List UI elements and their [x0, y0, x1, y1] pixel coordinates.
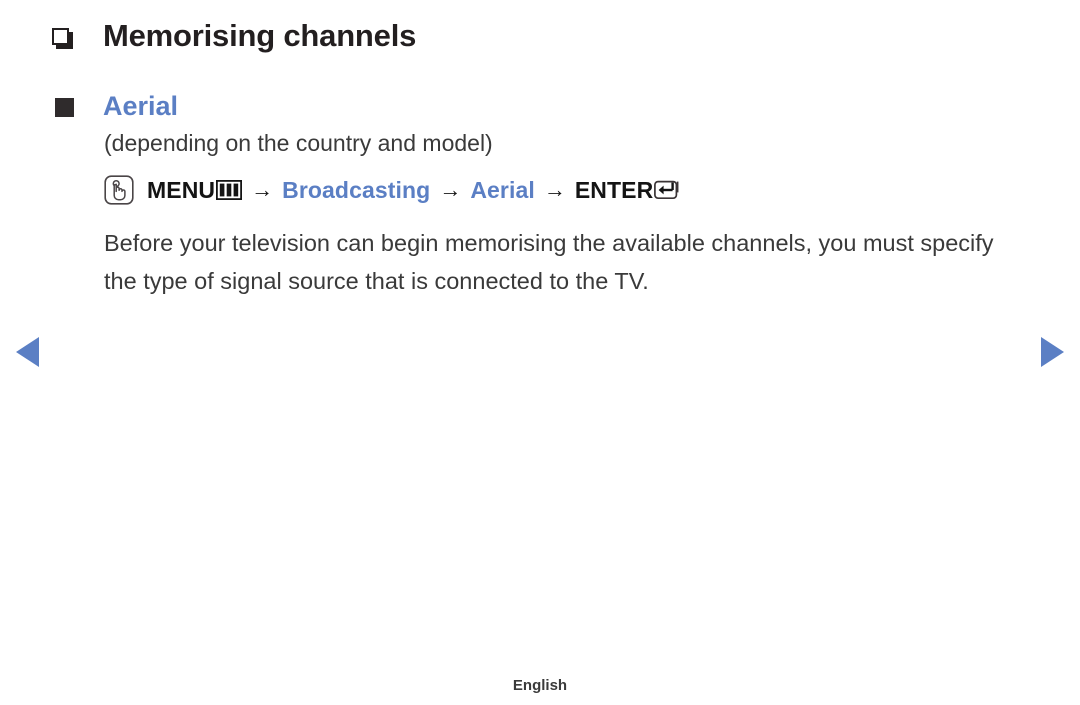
path-separator-arrow: →: [439, 177, 462, 202]
body-paragraph: Before your television can begin memoris…: [104, 230, 994, 294]
menu-step-broadcasting: Broadcasting: [282, 176, 431, 203]
footer-language-label: English: [512, 677, 568, 694]
menu-step-menu: MENU: [147, 176, 216, 203]
triangle-left-icon[interactable]: [14, 336, 42, 368]
triangle-right-icon[interactable]: [1038, 336, 1066, 368]
menu-bars-icon: [216, 180, 243, 200]
manual-page: Memorising channels Aerial (depending on…: [0, 0, 1080, 705]
chapter-title-row: Memorising channels: [52, 14, 416, 58]
section-title: Aerial: [103, 90, 179, 121]
enter-key-icon: [654, 180, 679, 200]
hand-press-icon: [104, 175, 134, 205]
path-separator-arrow: →: [251, 177, 274, 202]
menu-step-enter: ENTER: [574, 176, 654, 203]
section-title-row: Aerial: [55, 88, 178, 124]
section-note: (depending on the country and model): [104, 130, 493, 156]
path-separator-arrow: →: [543, 177, 566, 202]
menu-path-breadcrumb: MENU → Broadcasting → Aerial → ENTER: [104, 173, 682, 207]
menu-step-aerial: Aerial: [470, 176, 535, 203]
solid-square-bullet-icon: [55, 98, 74, 117]
page-title: Memorising channels: [103, 18, 417, 53]
hollow-square-bullet-icon: [52, 27, 73, 49]
